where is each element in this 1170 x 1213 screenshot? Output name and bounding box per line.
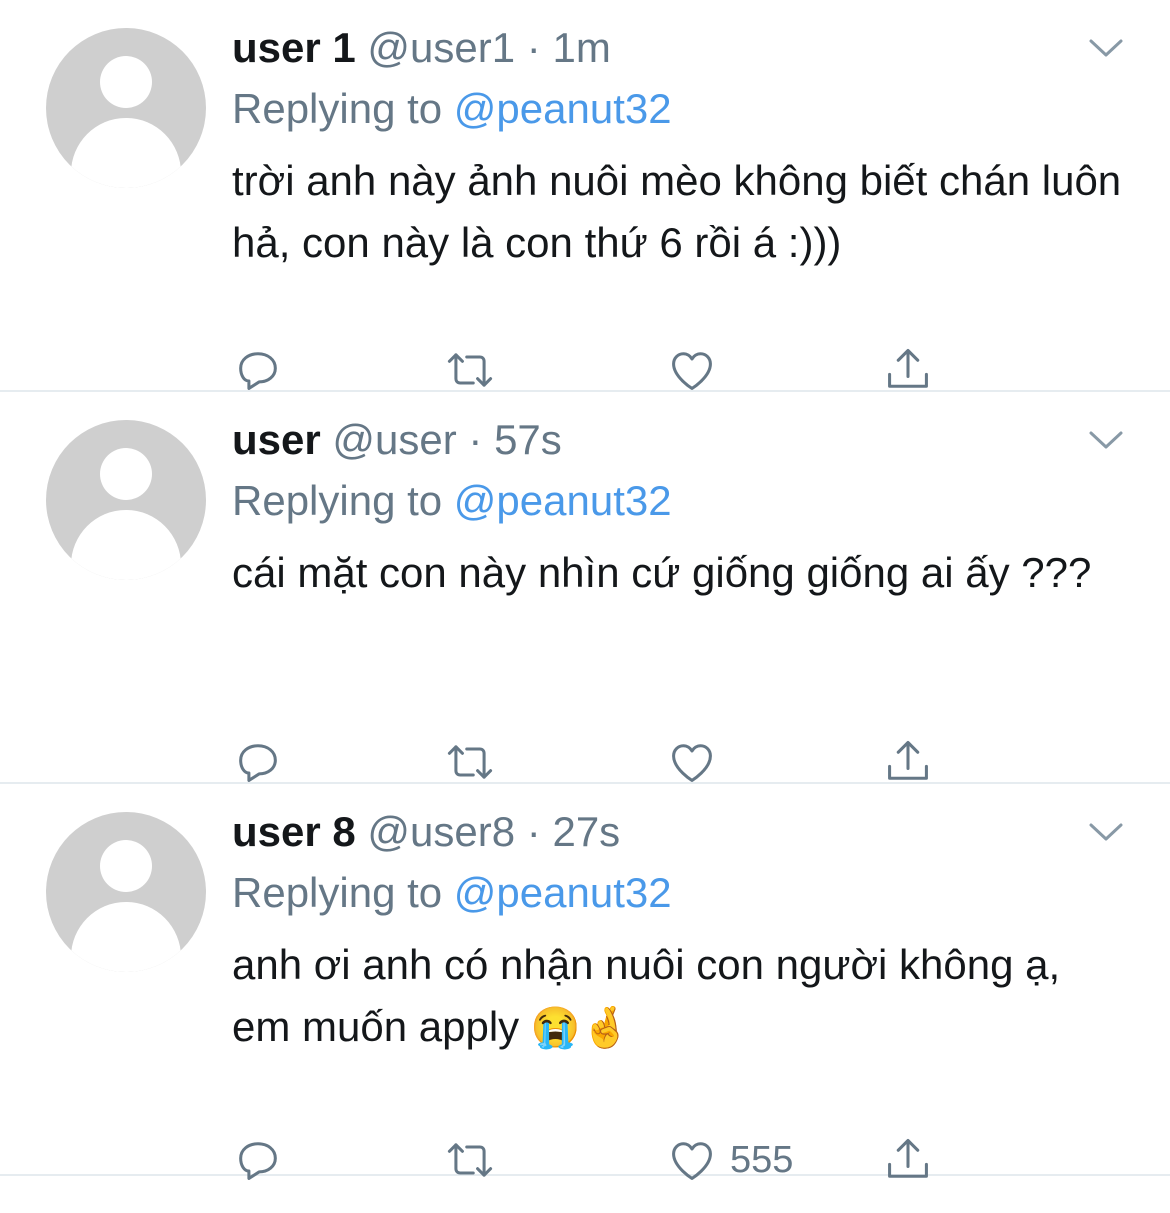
mention-link[interactable]: @peanut32: [454, 85, 672, 132]
share-icon: [888, 1138, 928, 1178]
tweet-header: user 8 @user8 · 27s: [232, 806, 1130, 858]
retweet-icon: [447, 745, 493, 779]
timestamp[interactable]: 27s: [552, 808, 620, 855]
reply-button[interactable]: [232, 340, 284, 400]
reply-button[interactable]: [232, 732, 284, 792]
replying-prefix: Replying to: [232, 477, 454, 524]
tweet[interactable]: user 8 @user8 · 27s Replying to @peanut3…: [0, 784, 1170, 1181]
tweet-actions: [232, 340, 952, 400]
share-button[interactable]: [882, 732, 934, 792]
reply-icon: [239, 1142, 277, 1180]
like-button[interactable]: [666, 732, 730, 792]
replying-to: Replying to @peanut32: [232, 864, 1130, 922]
tweet[interactable]: user 1 @user1 · 1m Replying to @peanut32…: [0, 0, 1170, 392]
reply-button[interactable]: [232, 1130, 284, 1190]
avatar[interactable]: [46, 420, 206, 580]
retweet-icon: [447, 1143, 493, 1177]
tweet-content: user 1 @user1 · 1m Replying to @peanut32…: [232, 22, 1130, 274]
share-icon: [888, 740, 928, 780]
like-icon: [672, 744, 712, 782]
retweet-button[interactable]: [444, 340, 496, 400]
mention-link[interactable]: @peanut32: [454, 869, 672, 916]
display-name[interactable]: user: [232, 416, 321, 463]
tweet-content: user @user · 57s Replying to @peanut32 c…: [232, 414, 1130, 604]
avatar[interactable]: [46, 28, 206, 188]
replying-prefix: Replying to: [232, 869, 454, 916]
like-icon: [672, 1142, 712, 1180]
display-name[interactable]: user 8: [232, 808, 356, 855]
timestamp[interactable]: 57s: [494, 416, 562, 463]
chevron-down-icon[interactable]: [1088, 820, 1124, 844]
like-button[interactable]: [666, 340, 730, 400]
reply-icon: [239, 352, 277, 390]
reply-icon: [239, 744, 277, 782]
avatar[interactable]: [46, 812, 206, 972]
chevron-down-icon[interactable]: [1088, 428, 1124, 452]
tweet-text-container: anh ơi anh có nhận nuôi con người không …: [232, 934, 1130, 1059]
replying-to: Replying to @peanut32: [232, 472, 1130, 530]
replying-prefix: Replying to: [232, 85, 454, 132]
display-name[interactable]: user 1: [232, 24, 356, 71]
chevron-down-icon[interactable]: [1088, 36, 1124, 60]
tweet-actions: [232, 732, 952, 792]
tweet-header: user 1 @user1 · 1m: [232, 22, 1130, 74]
tweet-text: anh ơi anh có nhận nuôi con người không …: [232, 941, 1061, 1050]
share-button[interactable]: [882, 340, 934, 400]
separator-dot: ·: [526, 24, 541, 71]
tweet-content: user 8 @user8 · 27s Replying to @peanut3…: [232, 806, 1130, 1059]
tweet-text: trời anh này ảnh nuôi mèo không biết chá…: [232, 157, 1122, 266]
like-icon: [672, 352, 712, 390]
retweet-button[interactable]: [444, 732, 496, 792]
like-button[interactable]: 555: [666, 1130, 793, 1190]
tweet-text: cái mặt con này nhìn cứ giống giống ai ấ…: [232, 549, 1092, 596]
share-button[interactable]: [882, 1130, 934, 1190]
share-icon: [888, 348, 928, 388]
user-handle[interactable]: @user1: [367, 24, 515, 71]
mention-link[interactable]: @peanut32: [454, 477, 672, 524]
separator-dot: ·: [526, 808, 541, 855]
emoji: 😭🤞: [530, 1006, 631, 1050]
tweet[interactable]: user @user · 57s Replying to @peanut32 c…: [0, 392, 1170, 784]
user-handle[interactable]: @user: [332, 416, 456, 463]
user-handle[interactable]: @user8: [367, 808, 515, 855]
timestamp[interactable]: 1m: [552, 24, 610, 71]
tweet-actions: 555: [232, 1130, 952, 1190]
tweet-header: user @user · 57s: [232, 414, 1130, 466]
replying-to: Replying to @peanut32: [232, 80, 1130, 138]
like-count: 555: [730, 1138, 794, 1181]
separator-dot: ·: [468, 416, 483, 463]
retweet-button[interactable]: [444, 1130, 496, 1190]
retweet-icon: [447, 353, 493, 387]
